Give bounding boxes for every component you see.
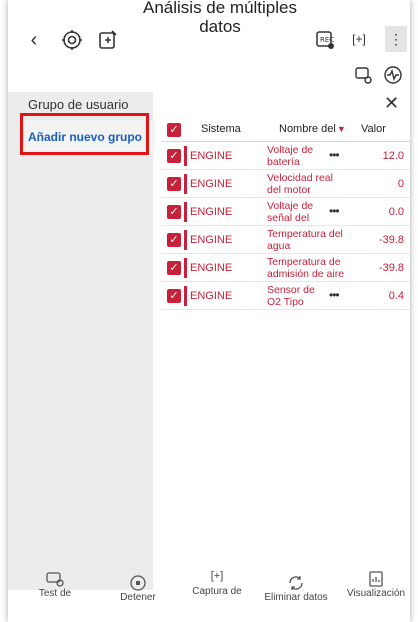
row-name-line-2: batería [267,156,300,168]
row-system: ENGINE [190,234,233,246]
view-chart-icon [369,571,383,587]
gear-scan-icon[interactable] [60,28,84,52]
table-header: ✓ Sistema Nombre del▼ Valor [161,116,410,142]
table-row[interactable]: ✓ ENGINE Voltaje de señal del ••• 0.0 [161,198,410,226]
row-name-line-2: agua [267,240,291,252]
stop-icon [130,575,146,591]
highlight-box [20,113,149,155]
refresh-icon [289,576,303,590]
row-name-line-1: Voltaje de [267,200,314,212]
title-line-1: Análisis de múltiples [142,0,297,17]
group-panel [8,92,153,590]
expand-icon[interactable]: [+] [348,28,370,50]
car-settings-icon[interactable] [353,64,375,86]
record-icon[interactable]: REC [313,28,337,52]
row-name-line-1: Temperatura del [267,228,343,240]
row-name: Voltaje de batería [267,144,327,168]
row-name-line-1: Velocidad real [267,172,333,184]
system-marker [184,202,187,222]
row-name-line-2: O2 Tipo [267,296,304,308]
table-row[interactable]: ✓ ENGINE Temperatura de admisión de aire -39… [161,254,410,282]
car-test-icon [46,572,64,587]
view-label: Visualización [346,588,406,599]
col-header-value: Valor [361,123,386,135]
system-marker [184,230,187,250]
close-icon[interactable]: ✕ [384,93,399,114]
row-checkbox[interactable]: ✓ [167,149,181,163]
row-system: ENGINE [190,178,233,190]
row-value: -39.8 [378,234,404,246]
row-name-line-2: del motor [267,184,311,196]
row-system: ENGINE [190,262,233,274]
data-table: ✓ Sistema Nombre del▼ Valor ✓ ENGINE Volta… [161,116,410,310]
row-name-line-1: Voltaje de [267,144,314,156]
more-dots-icon[interactable]: ••• [329,148,340,162]
more-dots-icon[interactable]: ••• [329,288,340,302]
delete-data-button[interactable]: Eliminar datos [256,574,336,603]
row-name: Velocidad real del motor [267,172,357,196]
table-row[interactable]: ✓ ENGINE Sensor de O2 Tipo ••• 0.4 [161,282,410,310]
row-checkbox[interactable]: ✓ [167,261,181,275]
table-row[interactable]: ✓ ENGINE Voltaje de batería ••• 12.0 [161,142,410,170]
row-name: Temperatura de admisión de aire [267,256,357,280]
row-checkbox[interactable]: ✓ [167,233,181,247]
stop-button[interactable]: Detener [108,574,168,603]
table-row[interactable]: ✓ ENGINE Velocidad real del motor 0 [161,170,410,198]
col-header-name-label: Nombre del [279,123,336,135]
row-name-line-1: Sensor de [267,284,315,296]
row-value: 12.0 [382,150,404,162]
svg-text:REC: REC [320,36,334,44]
more-button[interactable]: ⋮ [385,26,407,52]
row-value: 0.0 [388,206,404,218]
page-title: Análisis de múltiples datos [140,0,300,36]
test-label: Test de [38,588,72,599]
row-checkbox[interactable]: ✓ [167,177,181,191]
row-name-line-1: Temperatura de [267,256,341,268]
row-system: ENGINE [190,150,233,162]
title-line-2: datos [199,17,241,36]
system-marker [184,258,187,278]
system-marker [184,174,187,194]
capture-icon: [+] [210,570,224,582]
capture-button[interactable]: [+] Captura de [182,570,252,597]
col-header-name[interactable]: Nombre del▼ [279,123,346,135]
report-export-icon[interactable] [96,28,120,52]
test-button[interactable]: Test de [30,570,80,599]
sort-caret-icon: ▼ [336,124,346,134]
capture-label: Captura de [192,586,242,597]
signal-icon[interactable] [382,64,404,86]
row-checkbox[interactable]: ✓ [167,289,181,303]
header: ‹ Análisis de múltiples datos REC [+] ⋮ [8,0,410,92]
select-all-checkbox[interactable]: ✓ [167,123,181,137]
row-name: Temperatura del agua [267,228,357,252]
stop-label: Detener [120,592,156,603]
row-name: Sensor de O2 Tipo [267,284,327,308]
row-name-line-2: admisión de aire [267,268,345,280]
row-value: 0.4 [388,290,404,302]
more-dots-icon[interactable]: ••• [329,204,340,218]
row-name: Voltaje de señal del [267,200,327,224]
delete-data-label: Eliminar datos [264,592,328,603]
back-chevron-icon[interactable]: ‹ [24,29,44,51]
row-name-line-2: señal del [267,212,310,224]
row-system: ENGINE [190,206,233,218]
app-frame: ‹ Análisis de múltiples datos REC [+] ⋮ … [8,0,410,622]
system-marker [184,286,187,306]
col-header-system: Sistema [201,123,241,135]
row-system: ENGINE [190,290,233,302]
row-value: -39.8 [378,262,404,274]
group-panel-title: Grupo de usuario [28,97,129,112]
table-row[interactable]: ✓ ENGINE Temperatura del agua -39.8 [161,226,410,254]
system-marker [184,146,187,166]
row-value: 0 [397,178,404,190]
more-icon: ⋮ [389,30,403,47]
row-checkbox[interactable]: ✓ [167,205,181,219]
bottom-toolbar: Test de Detener [+] Captura de Eliminar … [8,570,410,622]
view-button[interactable]: Visualización [342,570,410,599]
